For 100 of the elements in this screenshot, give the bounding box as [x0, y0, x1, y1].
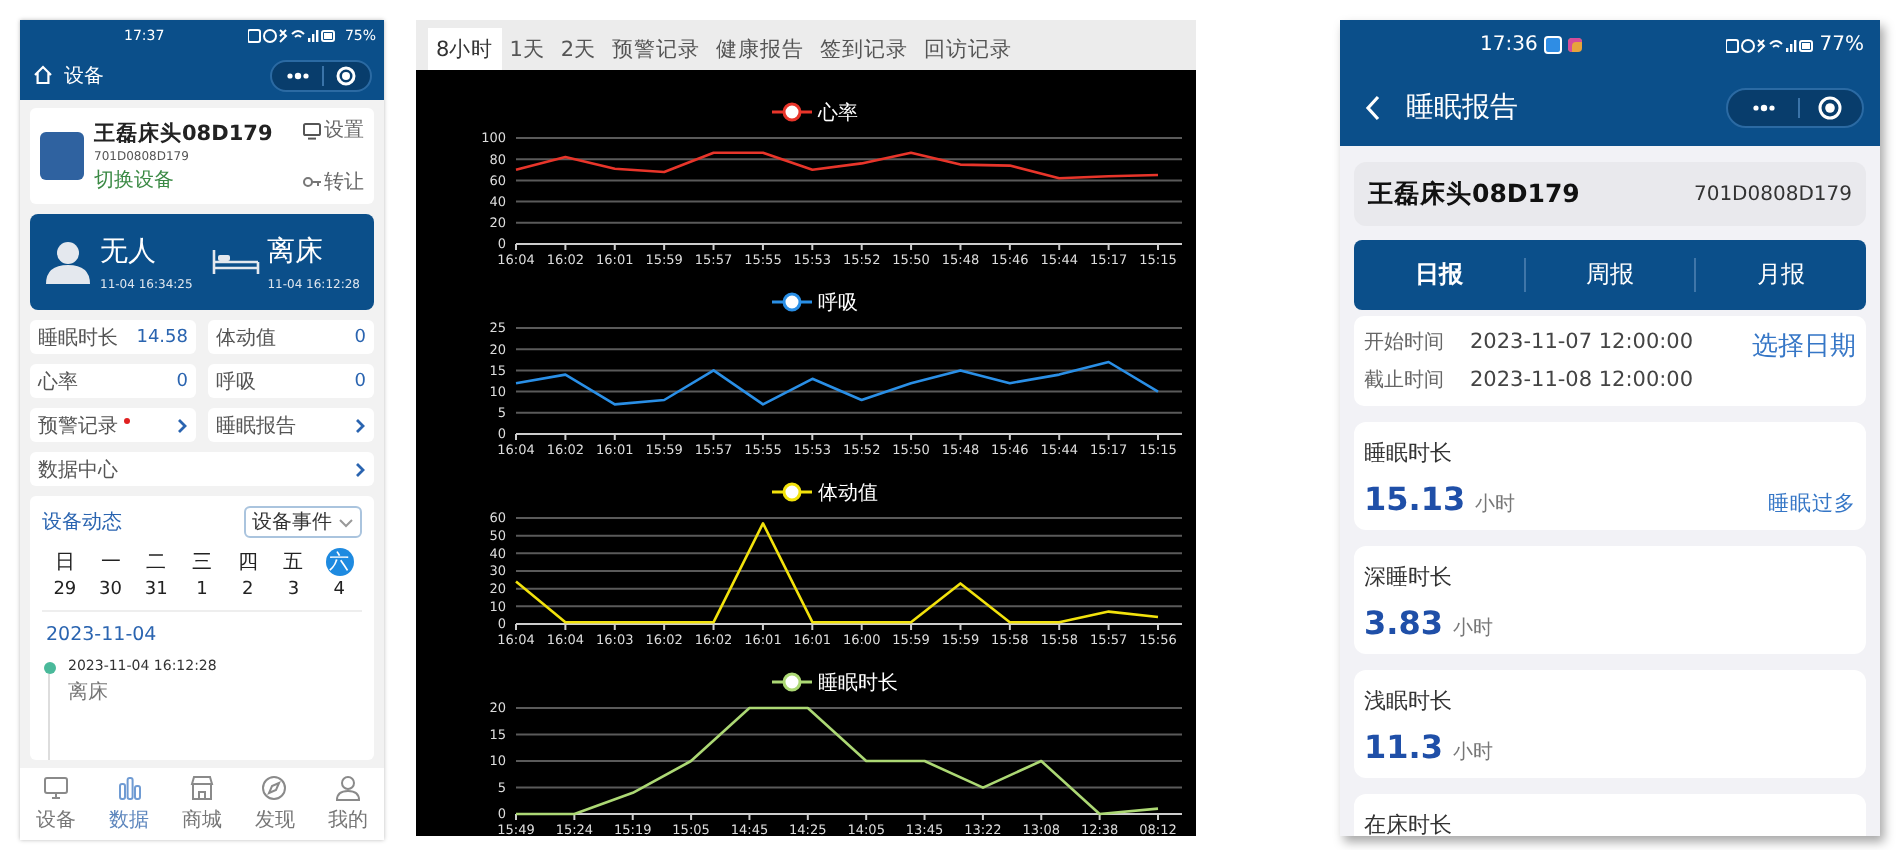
stat-value: 0 [176, 371, 188, 391]
weekday-label[interactable]: 四 [233, 548, 262, 576]
legend-marker-icon [772, 102, 812, 122]
chevron-right-icon [354, 417, 366, 433]
page-title: 睡眠报告 [1406, 90, 1518, 126]
metric-value: 15.13 [1364, 480, 1466, 518]
chevron-right-icon [176, 417, 188, 433]
stat-value: 14.58 [136, 327, 188, 347]
stat-label: 呼吸 [216, 369, 256, 395]
range-tab[interactable]: 2天 [552, 28, 605, 70]
weekday-label[interactable]: 三 [187, 548, 216, 576]
event-filter-dropdown[interactable]: 设备事件 [244, 506, 362, 538]
metric-value: 3.83 [1364, 604, 1443, 642]
person-icon [44, 240, 92, 284]
weekday-label[interactable]: 一 [96, 548, 125, 576]
battery-percent: 77% [1819, 34, 1864, 56]
report-tab[interactable]: 月报 [1694, 258, 1867, 292]
page-title: 设备 [64, 63, 104, 89]
status-time: 17:36 [1480, 34, 1538, 56]
status-icons-drawing [248, 27, 337, 43]
range-tab[interactable]: 8小时 [428, 28, 502, 70]
legend-label: 睡眠时长 [818, 673, 898, 695]
menu-tile[interactable]: 预警记录 [30, 408, 196, 442]
device-name: 王磊床头08D179 [94, 119, 275, 147]
stat-label: 心率 [38, 369, 78, 395]
tab-bar-item[interactable]: 设备 [36, 774, 77, 834]
range-tab[interactable]: 健康报告 [708, 28, 813, 70]
legend-marker-icon [772, 672, 812, 692]
status-icons-drawing [1725, 37, 1814, 53]
metric-label: 睡眠时长 [1364, 438, 1454, 468]
presence-status: 无人 [100, 233, 158, 269]
tab-bar-item[interactable]: 商城 [181, 774, 222, 834]
bar-chart-icon [115, 774, 144, 802]
tab-bar-item[interactable]: 发现 [254, 774, 295, 834]
metric-unit: 小时 [1452, 615, 1493, 642]
stat-value: 0 [354, 327, 366, 347]
presence-status: 离床 [267, 233, 326, 269]
key-icon [302, 174, 322, 190]
target-icon[interactable] [1818, 96, 1842, 120]
weekday-label[interactable]: 六 [325, 548, 354, 576]
bed-icon [211, 248, 260, 276]
menu-tile[interactable]: 数据中心 [30, 452, 374, 486]
legend-marker-icon [772, 482, 812, 502]
device-name: 王磊床头08D179 [1368, 177, 1580, 211]
switch-device-link[interactable]: 切换设备 [94, 165, 174, 193]
period-value: 2023-11-08 12:00:00 [1470, 368, 1694, 392]
period-value: 2023-11-07 12:00:00 [1470, 330, 1694, 354]
section-title: 设备动态 [42, 509, 122, 536]
legend-label: 呼吸 [818, 293, 858, 315]
range-tab[interactable]: 1天 [501, 28, 553, 70]
photo-placeholder [40, 132, 84, 180]
legend-label: 心率 [818, 103, 858, 125]
caret-icon [338, 517, 354, 527]
date-label[interactable]: 30 [99, 580, 122, 600]
legend-marker-icon [772, 292, 812, 312]
device-id: 701D0808D179 [1693, 183, 1852, 205]
weekday-label[interactable]: 日 [50, 548, 79, 576]
stat-label: 睡眠时长 [38, 325, 118, 351]
report-tab[interactable]: 日报 [1354, 258, 1524, 292]
metric-label: 浅眠时长 [1364, 686, 1454, 716]
event-text: 离床 [68, 679, 110, 706]
stat-value: 0 [354, 371, 366, 391]
date-label[interactable]: 3 [287, 580, 300, 600]
compass-icon [260, 774, 289, 802]
person-icon [333, 774, 362, 802]
date-label[interactable]: 4 [333, 580, 345, 600]
weekday-label[interactable]: 二 [142, 548, 171, 576]
range-tab[interactable]: 回访记录 [916, 28, 1021, 70]
metric-unit: 小时 [1452, 739, 1493, 766]
report-tab[interactable]: 周报 [1523, 258, 1695, 292]
range-tab[interactable]: 签到记录 [812, 28, 917, 70]
transfer-link[interactable]: 转让 [302, 168, 364, 196]
shop-icon [187, 774, 216, 802]
tab-bar-item[interactable]: 我的 [327, 774, 368, 834]
timeline-dot [43, 662, 55, 674]
back-icon[interactable] [1364, 94, 1382, 122]
date-label[interactable]: 31 [144, 580, 168, 600]
range-tab[interactable]: 预警记录 [604, 28, 709, 70]
settings-link[interactable]: 设置 [302, 116, 364, 144]
period-label: 开始时间 [1364, 329, 1444, 356]
monitor-icon [42, 774, 71, 802]
stat-label: 体动值 [216, 325, 276, 351]
metric-tag: 睡眠过多 [1768, 490, 1856, 518]
date-label[interactable]: 29 [53, 580, 77, 600]
date-label[interactable]: 2 [241, 580, 254, 600]
monitor-icon [302, 121, 322, 139]
date-heading: 2023-11-04 [46, 624, 159, 646]
metric-label: 在床时长 [1364, 810, 1454, 836]
tab-bar-item[interactable]: 数据 [109, 774, 150, 834]
metric-value: 11.3 [1364, 728, 1443, 766]
weekday-label[interactable]: 五 [279, 548, 308, 576]
legend-label: 体动值 [818, 483, 878, 505]
select-date-link[interactable]: 选择日期 [1752, 328, 1856, 364]
metric-label: 深睡时长 [1364, 562, 1454, 592]
date-label[interactable]: 1 [196, 580, 208, 600]
menu-tile[interactable]: 睡眠报告 [208, 408, 374, 442]
target-icon[interactable] [336, 65, 356, 85]
chevron-right-icon [354, 461, 366, 477]
home-icon[interactable] [32, 64, 54, 86]
metric-unit: 小时 [1475, 491, 1516, 518]
